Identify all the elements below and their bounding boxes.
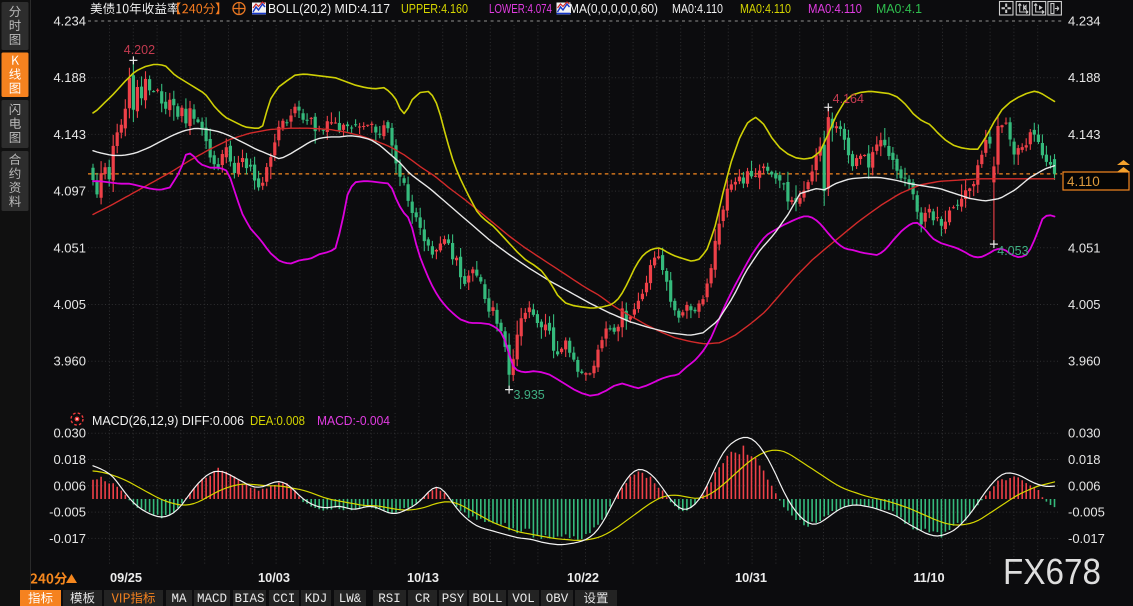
svg-text:4.143: 4.143: [1068, 127, 1101, 142]
svg-text:-0.005: -0.005: [49, 505, 86, 520]
svg-text:PSY: PSY: [442, 592, 465, 606]
svg-text:4.234: 4.234: [1068, 14, 1101, 29]
svg-text:FX678: FX678: [1003, 551, 1101, 592]
svg-text:4.005: 4.005: [1068, 297, 1101, 312]
svg-text:MA0:4.110: MA0:4.110: [808, 1, 862, 16]
svg-text:4.097: 4.097: [53, 184, 86, 199]
svg-text:10/31: 10/31: [735, 570, 767, 585]
svg-text:KDJ: KDJ: [305, 592, 328, 606]
svg-text:MA: MA: [171, 592, 187, 606]
svg-text:-0.005: -0.005: [1068, 505, 1105, 520]
svg-text:10/13: 10/13: [407, 570, 439, 585]
svg-text:4.164: 4.164: [833, 92, 864, 106]
svg-text:CR: CR: [415, 592, 431, 606]
svg-text:0.018: 0.018: [1068, 452, 1101, 467]
svg-text:LW&: LW&: [339, 592, 362, 606]
svg-text:-0.017: -0.017: [1068, 531, 1105, 546]
svg-text:09/25: 09/25: [110, 570, 142, 585]
svg-text:4.188: 4.188: [53, 70, 86, 85]
svg-text:4.005: 4.005: [53, 297, 86, 312]
svg-text:MACD(26,12,9) DIFF:0.006: MACD(26,12,9) DIFF:0.006: [92, 413, 244, 428]
svg-text:RSI: RSI: [378, 592, 401, 606]
svg-text:10/03: 10/03: [258, 570, 290, 585]
svg-text:4.234: 4.234: [53, 14, 86, 29]
svg-text:3.960: 3.960: [1068, 354, 1101, 369]
svg-text:0.006: 0.006: [53, 478, 86, 493]
svg-text:4.051: 4.051: [1068, 240, 1101, 255]
svg-text:10/22: 10/22: [567, 570, 599, 585]
svg-text:3.960: 3.960: [53, 354, 86, 369]
svg-text:BOLL: BOLL: [472, 592, 502, 606]
svg-text:4.188: 4.188: [1068, 70, 1101, 85]
svg-text:MACD:-0.004: MACD:-0.004: [317, 413, 390, 428]
svg-text:BOLL(20,2) MID:4.117: BOLL(20,2) MID:4.117: [268, 1, 390, 16]
svg-text:0.006: 0.006: [1068, 478, 1101, 493]
svg-text:UPPER:4.160: UPPER:4.160: [401, 1, 468, 16]
svg-text:LOWER:4.074: LOWER:4.074: [489, 1, 552, 16]
svg-text:MA0:4.1: MA0:4.1: [876, 1, 922, 16]
svg-text:11/10: 11/10: [913, 570, 944, 585]
svg-text:0.018: 0.018: [53, 452, 86, 467]
svg-text:MACD: MACD: [197, 592, 227, 606]
svg-text:4.051: 4.051: [53, 240, 86, 255]
svg-text:MA(0,0,0,0,0,60): MA(0,0,0,0,0,60): [569, 1, 658, 16]
svg-text:-0.017: -0.017: [49, 531, 86, 546]
svg-text:MA0:4.110: MA0:4.110: [740, 1, 791, 16]
svg-text:4.202: 4.202: [124, 43, 155, 57]
svg-text:3.935: 3.935: [513, 388, 544, 402]
svg-text:4.053: 4.053: [997, 244, 1028, 258]
svg-text:0.030: 0.030: [53, 426, 86, 441]
svg-text:4.110: 4.110: [1067, 174, 1100, 189]
svg-text:4.143: 4.143: [53, 127, 86, 142]
svg-text:0.030: 0.030: [1068, 426, 1101, 441]
svg-text:CCI: CCI: [273, 592, 296, 606]
svg-text:DEA:0.008: DEA:0.008: [250, 413, 305, 428]
svg-text:OBV: OBV: [546, 592, 569, 606]
svg-text:VOL: VOL: [512, 592, 535, 606]
svg-text:MA0:4.110: MA0:4.110: [672, 1, 723, 16]
svg-text:BIAS: BIAS: [234, 592, 264, 606]
